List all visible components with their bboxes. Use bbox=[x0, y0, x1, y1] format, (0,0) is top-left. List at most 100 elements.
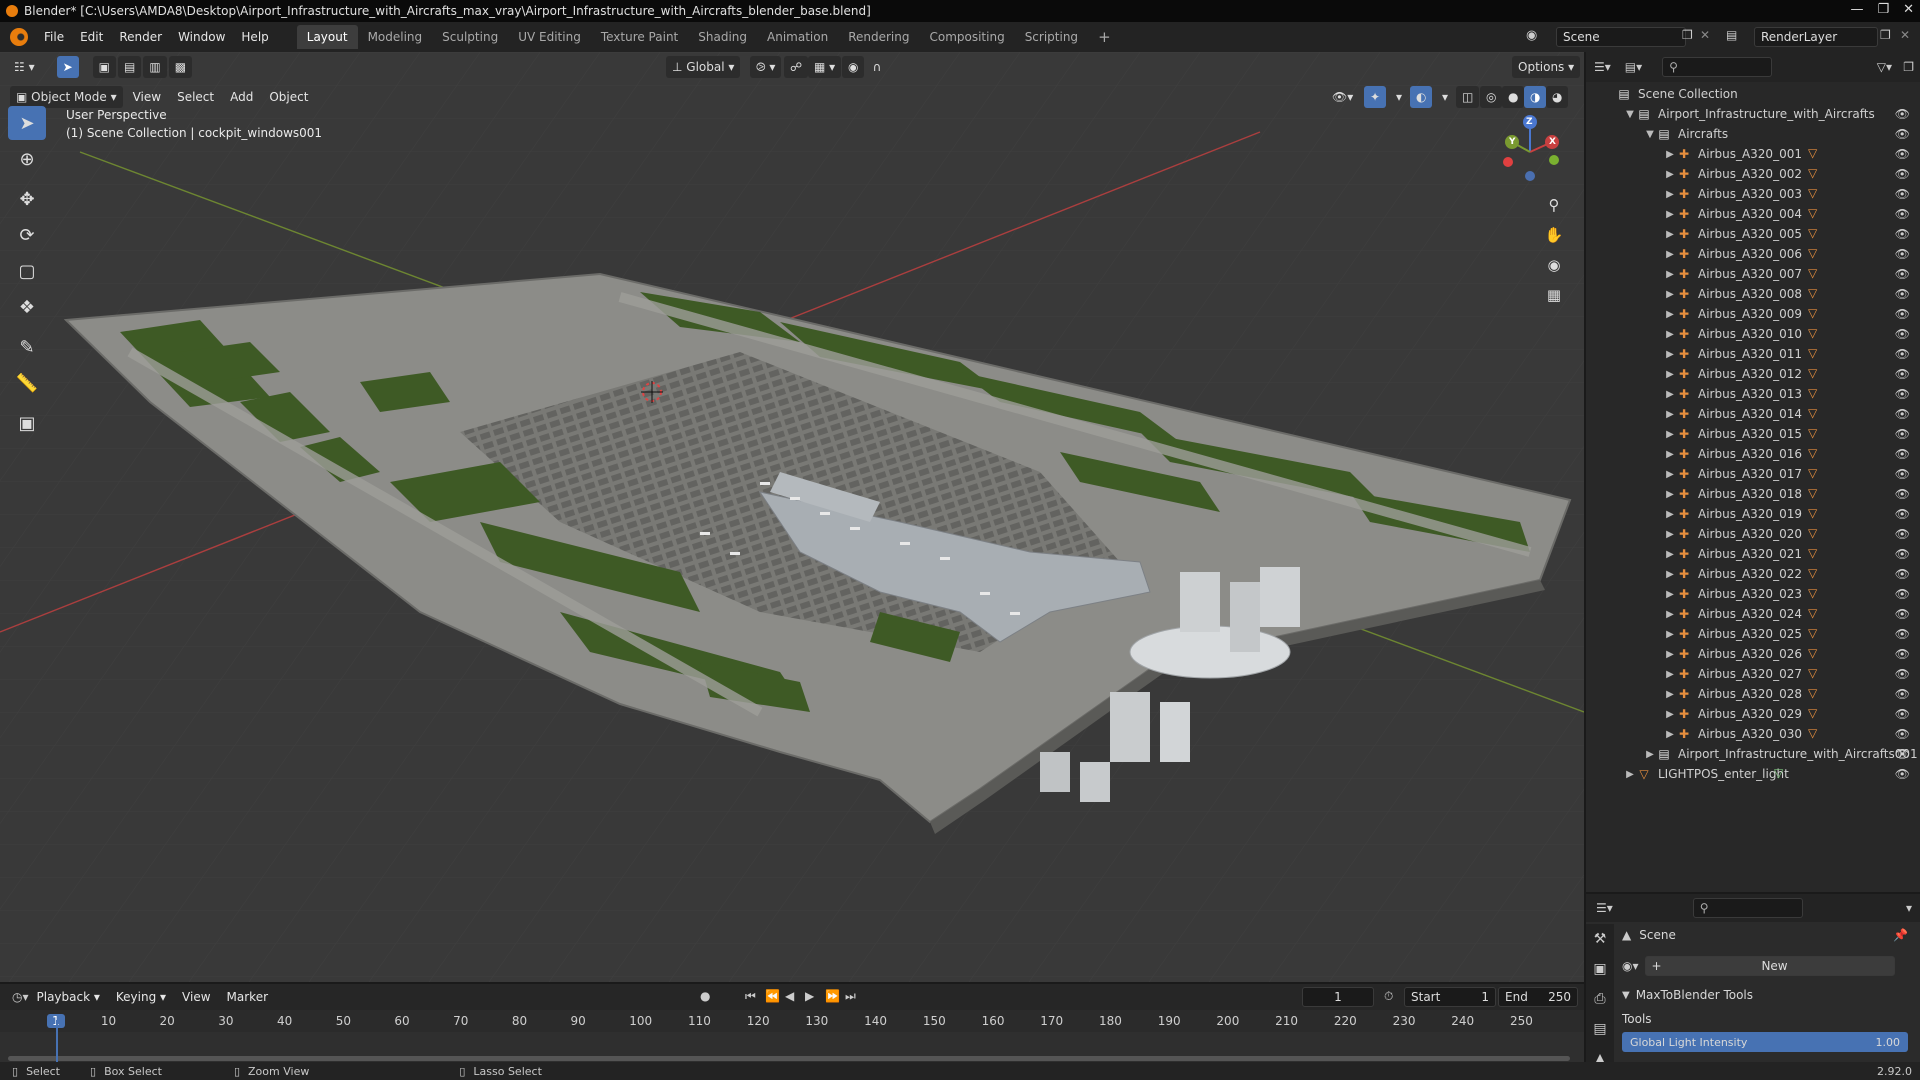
expand-toggle-icon[interactable]: ▶ bbox=[1664, 369, 1676, 380]
shading-wireframe-icon[interactable]: ◎ bbox=[1480, 86, 1503, 108]
measure-tool-icon[interactable]: 📏 bbox=[8, 366, 46, 400]
annotate-tool-icon[interactable]: ✎ bbox=[8, 330, 46, 364]
scene-selector[interactable]: Scene bbox=[1556, 27, 1686, 47]
tab-uv-editing[interactable]: UV Editing bbox=[508, 25, 591, 49]
outliner-item-aircraft[interactable]: ▶ ✚ Airbus_A320_011 ▽ 👁 bbox=[1586, 344, 1920, 364]
mesh-data-icon[interactable]: ▽ bbox=[1808, 186, 1826, 202]
mesh-data-icon[interactable]: ▽ bbox=[1808, 446, 1826, 462]
mesh-data-icon[interactable]: ▽ bbox=[1808, 726, 1826, 742]
mesh-data-icon[interactable]: ▽ bbox=[1808, 666, 1826, 682]
snap-element-icon[interactable]: ▦ ▾ bbox=[808, 56, 842, 78]
mesh-data-icon[interactable]: ▽ bbox=[1808, 366, 1826, 382]
mesh-data-icon[interactable]: ▽ bbox=[1808, 626, 1826, 642]
visibility-eye-icon[interactable]: 👁 bbox=[1895, 527, 1910, 541]
panel-collapse-icon[interactable]: ▼ bbox=[1622, 990, 1630, 1001]
outliner-aircrafts-collection[interactable]: ▼ ▤ Aircrafts 👁 bbox=[1586, 124, 1920, 144]
visibility-eye-icon[interactable]: 👁 bbox=[1895, 647, 1910, 661]
ortho-grid-icon[interactable]: ▦ bbox=[1541, 282, 1567, 308]
expand-toggle-icon[interactable]: ▶ bbox=[1664, 389, 1676, 400]
expand-toggle-icon[interactable]: ▶ bbox=[1664, 409, 1676, 420]
outliner-item-aircraft[interactable]: ▶ ✚ Airbus_A320_001 ▽ 👁 bbox=[1586, 144, 1920, 164]
timeline-menu-view[interactable]: View bbox=[174, 982, 218, 1012]
options-dropdown[interactable]: Options ▾ bbox=[1512, 56, 1581, 78]
visibility-eye-icon[interactable]: 👁 bbox=[1895, 667, 1910, 681]
expand-toggle-icon[interactable]: ▶ bbox=[1664, 289, 1676, 300]
menu-help[interactable]: Help bbox=[233, 22, 276, 52]
expand-toggle-icon[interactable]: ▶ bbox=[1664, 709, 1676, 720]
editor-type-icon[interactable]: ☷ ▾ bbox=[8, 56, 41, 78]
outliner-item-aircraft[interactable]: ▶ ✚ Airbus_A320_021 ▽ 👁 bbox=[1586, 544, 1920, 564]
visibility-eye-icon[interactable]: 👁 bbox=[1895, 447, 1910, 461]
visibility-icon[interactable]: 👁▾ bbox=[1326, 86, 1359, 108]
visibility-eye-icon[interactable]: 👁 bbox=[1895, 367, 1910, 381]
visibility-eye-icon[interactable]: 👁 bbox=[1895, 567, 1910, 581]
outliner-root-scene-collection[interactable]: ▤ Scene Collection bbox=[1586, 84, 1920, 104]
expand-toggle-icon[interactable]: ▶ bbox=[1664, 309, 1676, 320]
mesh-data-icon[interactable]: ▽ bbox=[1808, 586, 1826, 602]
expand-toggle-icon[interactable]: ▶ bbox=[1664, 269, 1676, 280]
visibility-eye-icon[interactable]: 👁 bbox=[1895, 287, 1910, 301]
mesh-data-icon[interactable]: ▽ bbox=[1808, 486, 1826, 502]
tab-texture-paint[interactable]: Texture Paint bbox=[591, 25, 688, 49]
timeline-ruler[interactable]: 1102030405060708090100110120130140150160… bbox=[0, 1010, 1584, 1032]
visibility-eye-icon[interactable]: 👁 bbox=[1895, 267, 1910, 281]
expand-toggle-icon[interactable]: ▼ bbox=[1624, 109, 1636, 120]
render-tab-icon[interactable]: ▣ bbox=[1586, 954, 1614, 984]
display-mode-icon[interactable]: ▤▾ bbox=[1625, 60, 1642, 74]
visibility-eye-icon[interactable]: 👁 bbox=[1895, 127, 1910, 141]
visibility-eye-icon[interactable]: 👁 bbox=[1895, 107, 1910, 121]
renderlayer-selector[interactable]: RenderLayer bbox=[1754, 27, 1878, 47]
expand-toggle-icon[interactable]: ▶ bbox=[1664, 329, 1676, 340]
play-icon[interactable]: ▶ bbox=[805, 989, 814, 1003]
visibility-eye-icon[interactable]: 👁 bbox=[1895, 407, 1910, 421]
outliner-item-aircraft[interactable]: ▶ ✚ Airbus_A320_002 ▽ 👁 bbox=[1586, 164, 1920, 184]
select-mode-icon[interactable]: ➤ bbox=[56, 56, 79, 78]
outliner-item-aircraft[interactable]: ▶ ✚ Airbus_A320_023 ▽ 👁 bbox=[1586, 584, 1920, 604]
expand-toggle-icon[interactable]: ▶ bbox=[1664, 509, 1676, 520]
minimize-icon[interactable]: — bbox=[1850, 0, 1863, 20]
expand-toggle-icon[interactable]: ▶ bbox=[1664, 169, 1676, 180]
expand-toggle-icon[interactable]: ▶ bbox=[1664, 229, 1676, 240]
mesh-data-icon[interactable]: ▽ bbox=[1808, 286, 1826, 302]
menu-file[interactable]: File bbox=[36, 22, 72, 52]
outliner-item-aircraft[interactable]: ▶ ✚ Airbus_A320_010 ▽ 👁 bbox=[1586, 324, 1920, 344]
tab-shading[interactable]: Shading bbox=[688, 25, 757, 49]
mesh-data-icon[interactable]: ▽ bbox=[1808, 326, 1826, 342]
scene-browse-icon[interactable]: ◉ bbox=[1526, 28, 1537, 43]
properties-editor-icon[interactable]: ☰▾ bbox=[1596, 901, 1613, 915]
outliner-item-aircraft[interactable]: ▶ ✚ Airbus_A320_030 ▽ 👁 bbox=[1586, 724, 1920, 744]
jump-key-back-icon[interactable]: ⏪ bbox=[765, 989, 780, 1003]
mesh-data-icon[interactable]: ▽ bbox=[1808, 606, 1826, 622]
mesh-data-icon[interactable]: ▽ bbox=[1808, 526, 1826, 542]
visibility-eye-icon[interactable]: 👁 bbox=[1895, 707, 1910, 721]
visibility-eye-icon[interactable]: 👁 bbox=[1895, 607, 1910, 621]
new-collection-icon[interactable]: ❐ bbox=[1903, 60, 1914, 74]
current-frame-field[interactable]: 1 bbox=[1302, 987, 1374, 1007]
tab-rendering[interactable]: Rendering bbox=[838, 25, 919, 49]
visibility-eye-icon[interactable]: 👁 bbox=[1895, 427, 1910, 441]
expand-toggle-icon[interactable]: ▶ bbox=[1664, 689, 1676, 700]
expand-toggle-icon[interactable]: ▶ bbox=[1664, 669, 1676, 680]
expand-toggle-icon[interactable]: ▶ bbox=[1664, 429, 1676, 440]
visibility-eye-icon[interactable]: 👁 bbox=[1895, 507, 1910, 521]
expand-toggle-icon[interactable]: ▶ bbox=[1664, 629, 1676, 640]
outliner-item-aircraft[interactable]: ▶ ✚ Airbus_A320_027 ▽ 👁 bbox=[1586, 664, 1920, 684]
jump-key-forward-icon[interactable]: ⏩ bbox=[825, 989, 840, 1003]
mesh-data-icon[interactable]: ▽ bbox=[1808, 346, 1826, 362]
visibility-eye-icon[interactable]: 👁 bbox=[1895, 187, 1910, 201]
gizmo-toggle-icon[interactable]: ✦ bbox=[1364, 86, 1387, 108]
expand-toggle-icon[interactable]: ▼ bbox=[1644, 129, 1656, 140]
mesh-data-icon[interactable]: ▽ bbox=[1808, 386, 1826, 402]
outliner-collection[interactable]: ▼ ▤ Airport_Infrastructure_with_Aircrafts 👁 bbox=[1586, 104, 1920, 124]
tab-layout[interactable]: Layout bbox=[296, 25, 358, 49]
maxtoblender-panel-title[interactable]: MaxToBlender Tools bbox=[1636, 988, 1753, 1002]
timeline-menu-playback[interactable]: Playback ▾ bbox=[29, 982, 108, 1012]
timeline-menu-keying[interactable]: Keying ▾ bbox=[108, 982, 174, 1012]
visibility-eye-icon[interactable]: 👁 bbox=[1895, 747, 1910, 761]
zoom-icon[interactable]: ⚲ bbox=[1541, 192, 1567, 218]
expand-toggle-icon[interactable]: ▶ bbox=[1664, 349, 1676, 360]
light-data-icon[interactable]: ▽ bbox=[1774, 766, 1792, 782]
outliner-item-aircraft[interactable]: ▶ ✚ Airbus_A320_029 ▽ 👁 bbox=[1586, 704, 1920, 724]
outliner-item-aircraft[interactable]: ▶ ✚ Airbus_A320_009 ▽ 👁 bbox=[1586, 304, 1920, 324]
outliner-item-aircraft[interactable]: ▶ ✚ Airbus_A320_025 ▽ 👁 bbox=[1586, 624, 1920, 644]
